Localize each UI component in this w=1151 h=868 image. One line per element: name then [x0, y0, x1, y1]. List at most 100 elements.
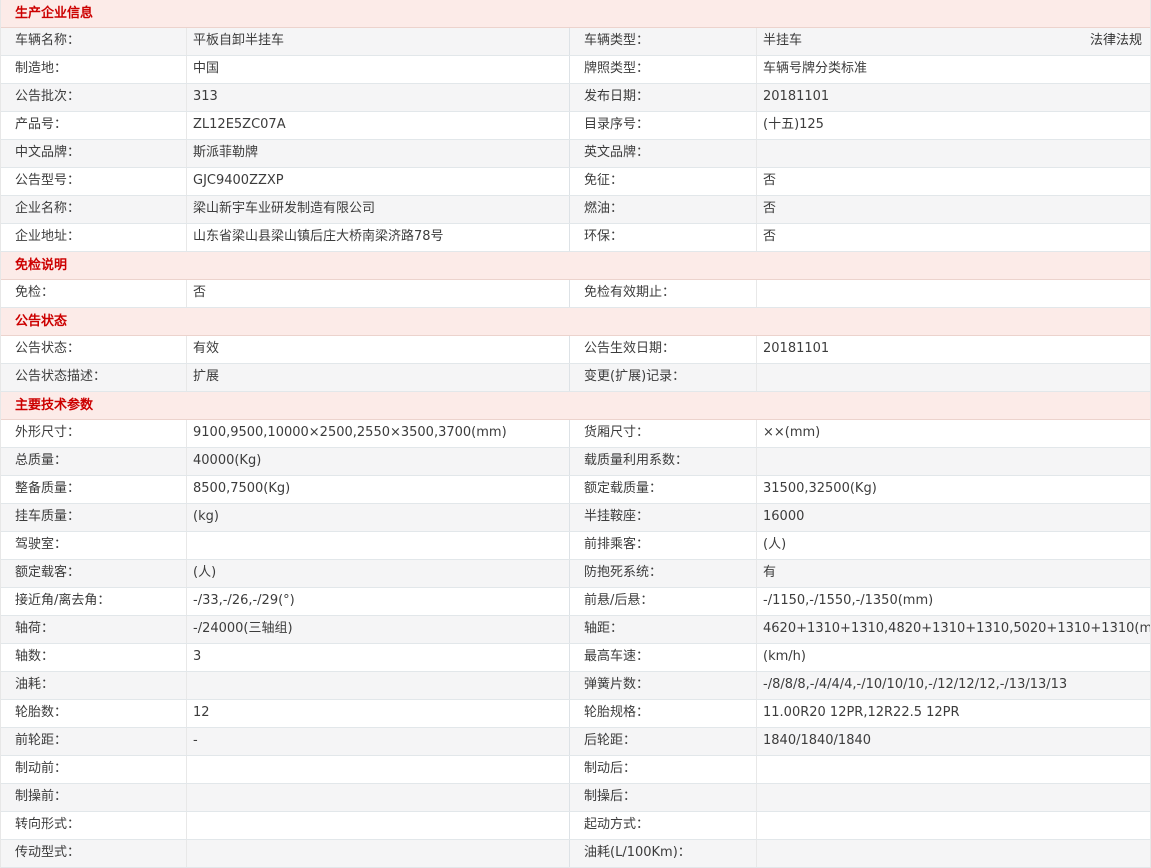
field-label: 油耗：	[1, 672, 187, 699]
field-label: 制动后：	[570, 756, 757, 783]
field-value	[187, 784, 570, 811]
field-label: 挂车质量：	[1, 504, 187, 531]
field-value-text: 12	[193, 705, 210, 720]
table-row: 公告状态： 有效 公告生效日期： 20181101	[1, 336, 1150, 364]
field-label: 目录序号：	[570, 112, 757, 139]
field-value-text: 否	[763, 229, 777, 244]
table-row: 轴数： 3 最高车速： (km/h)	[1, 644, 1150, 672]
field-label: 变更(扩展)记录：	[570, 364, 757, 391]
field-value-text: 有效	[193, 341, 220, 356]
field-value-text: 中国	[193, 61, 220, 76]
field-label-text: 总质量：	[15, 453, 68, 468]
field-value	[187, 840, 570, 867]
field-label-text: 制造地：	[15, 61, 68, 76]
field-label: 牌照类型：	[570, 56, 757, 83]
field-value	[757, 756, 1150, 783]
field-label-text: 货厢尺寸：	[584, 425, 650, 440]
field-value-text: 3	[193, 649, 202, 664]
field-label: 企业名称：	[1, 196, 187, 223]
table-row: 公告状态描述： 扩展 变更(扩展)记录：	[1, 364, 1150, 392]
field-label-text: 中文品牌：	[15, 145, 81, 160]
field-label-text: 防抱死系统：	[584, 565, 663, 580]
field-value: 山东省梁山县梁山镇后庄大桥南梁济路78号	[187, 224, 570, 251]
field-value: ××(mm)	[757, 420, 1150, 447]
field-value: 否	[757, 168, 1150, 195]
field-label-text: 制操后：	[584, 789, 637, 804]
field-value: 313	[187, 84, 570, 111]
field-value-text: 斯派菲勒牌	[193, 145, 259, 160]
field-value: GJC9400ZZXP	[187, 168, 570, 195]
field-label-text: 轴距：	[584, 621, 624, 636]
field-label-text: 发布日期：	[584, 89, 650, 104]
field-label-text: 挂车质量：	[15, 509, 81, 524]
field-label: 车辆类型：	[570, 28, 757, 55]
field-label-text: 整备质量：	[15, 481, 81, 496]
field-value: (kg)	[187, 504, 570, 531]
field-value-text: 11.00R20 12PR,12R22.5 12PR	[763, 705, 960, 720]
field-value: 3	[187, 644, 570, 671]
field-value-text: 16000	[763, 509, 805, 524]
field-label-text: 免检有效期止：	[584, 285, 676, 300]
field-value-text: 4620+1310+1310,4820+1310+1310,5020+1310+…	[763, 621, 1150, 636]
field-value-text: 否	[193, 285, 207, 300]
table-row: 接近角/离去角： -/33,-/26,-/29(°) 前悬/后悬： -/1150,-/…	[1, 588, 1150, 616]
field-label: 额定载质量：	[570, 476, 757, 503]
field-value: 9100,9500,10000×2500,2550×3500,3700(mm)	[187, 420, 570, 447]
field-label-text: 轴荷：	[15, 621, 55, 636]
field-label: 轴荷：	[1, 616, 187, 643]
field-label: 企业地址：	[1, 224, 187, 251]
field-value	[757, 812, 1150, 839]
field-label: 前悬/后悬：	[570, 588, 757, 615]
table-row: 油耗： 弹簧片数： -/8/8/8,-/4/4/4,-/10/10/10,-/12/…	[1, 672, 1150, 700]
field-value: 20181101	[757, 84, 1150, 111]
table-row: 转向形式： 起动方式：	[1, 812, 1150, 840]
field-value: 20181101	[757, 336, 1150, 363]
field-label: 起动方式：	[570, 812, 757, 839]
field-value-text: ××(mm)	[763, 425, 821, 440]
field-value: 4620+1310+1310,4820+1310+1310,5020+1310+…	[757, 616, 1150, 643]
field-label-text: 前轮距：	[15, 733, 68, 748]
field-value-text: 否	[763, 173, 777, 188]
field-value-text: 山东省梁山县梁山镇后庄大桥南梁济路78号	[193, 229, 444, 244]
field-label: 公告批次：	[1, 84, 187, 111]
field-label-text: 公告状态描述：	[15, 369, 107, 384]
field-label: 额定载客：	[1, 560, 187, 587]
field-label: 轴数：	[1, 644, 187, 671]
field-value-text: -/8/8/8,-/4/4/4,-/10/10/10,-/12/12/12,-/…	[763, 677, 1068, 692]
legal-regulations-link[interactable]: 法律法规	[1090, 28, 1142, 55]
field-value: (人)	[187, 560, 570, 587]
field-label: 后轮距：	[570, 728, 757, 755]
field-label-text: 前悬/后悬：	[584, 593, 654, 608]
field-value-text: (kg)	[193, 509, 219, 524]
field-value-text: 有	[763, 565, 777, 580]
field-label-text: 油耗(L/100Km)：	[584, 845, 691, 860]
field-value	[757, 140, 1150, 167]
field-label-text: 公告生效日期：	[584, 341, 676, 356]
field-label: 制操后：	[570, 784, 757, 811]
field-value: 梁山新宇车业研发制造有限公司	[187, 196, 570, 223]
field-value-text: (十五)125	[763, 117, 824, 132]
table-row: 公告批次： 313 发布日期： 20181101	[1, 84, 1150, 112]
field-value: 中国	[187, 56, 570, 83]
field-label-text: 弹簧片数：	[584, 677, 650, 692]
section-header-manufacturer-info: 生产企业信息	[1, 0, 1150, 28]
field-label: 免检：	[1, 280, 187, 307]
field-label-text: 半挂鞍座：	[584, 509, 650, 524]
field-label-text: 前排乘客：	[584, 537, 650, 552]
field-label-text: 公告状态：	[15, 341, 81, 356]
field-label-text: 企业地址：	[15, 229, 81, 244]
field-label-text: 轮胎规格：	[584, 705, 650, 720]
field-value	[757, 784, 1150, 811]
field-value: -	[187, 728, 570, 755]
field-label-text: 油耗：	[15, 677, 55, 692]
field-value: 有	[757, 560, 1150, 587]
field-label-text: 最高车速：	[584, 649, 650, 664]
table-row: 制操前： 制操后：	[1, 784, 1150, 812]
field-label: 总质量：	[1, 448, 187, 475]
field-label-text: 轮胎数：	[15, 705, 68, 720]
field-value: (人)	[757, 532, 1150, 559]
field-label-text: 公告批次：	[15, 89, 81, 104]
field-label: 公告生效日期：	[570, 336, 757, 363]
field-label: 转向形式：	[1, 812, 187, 839]
field-value-text: 1840/1840/1840	[763, 733, 872, 748]
